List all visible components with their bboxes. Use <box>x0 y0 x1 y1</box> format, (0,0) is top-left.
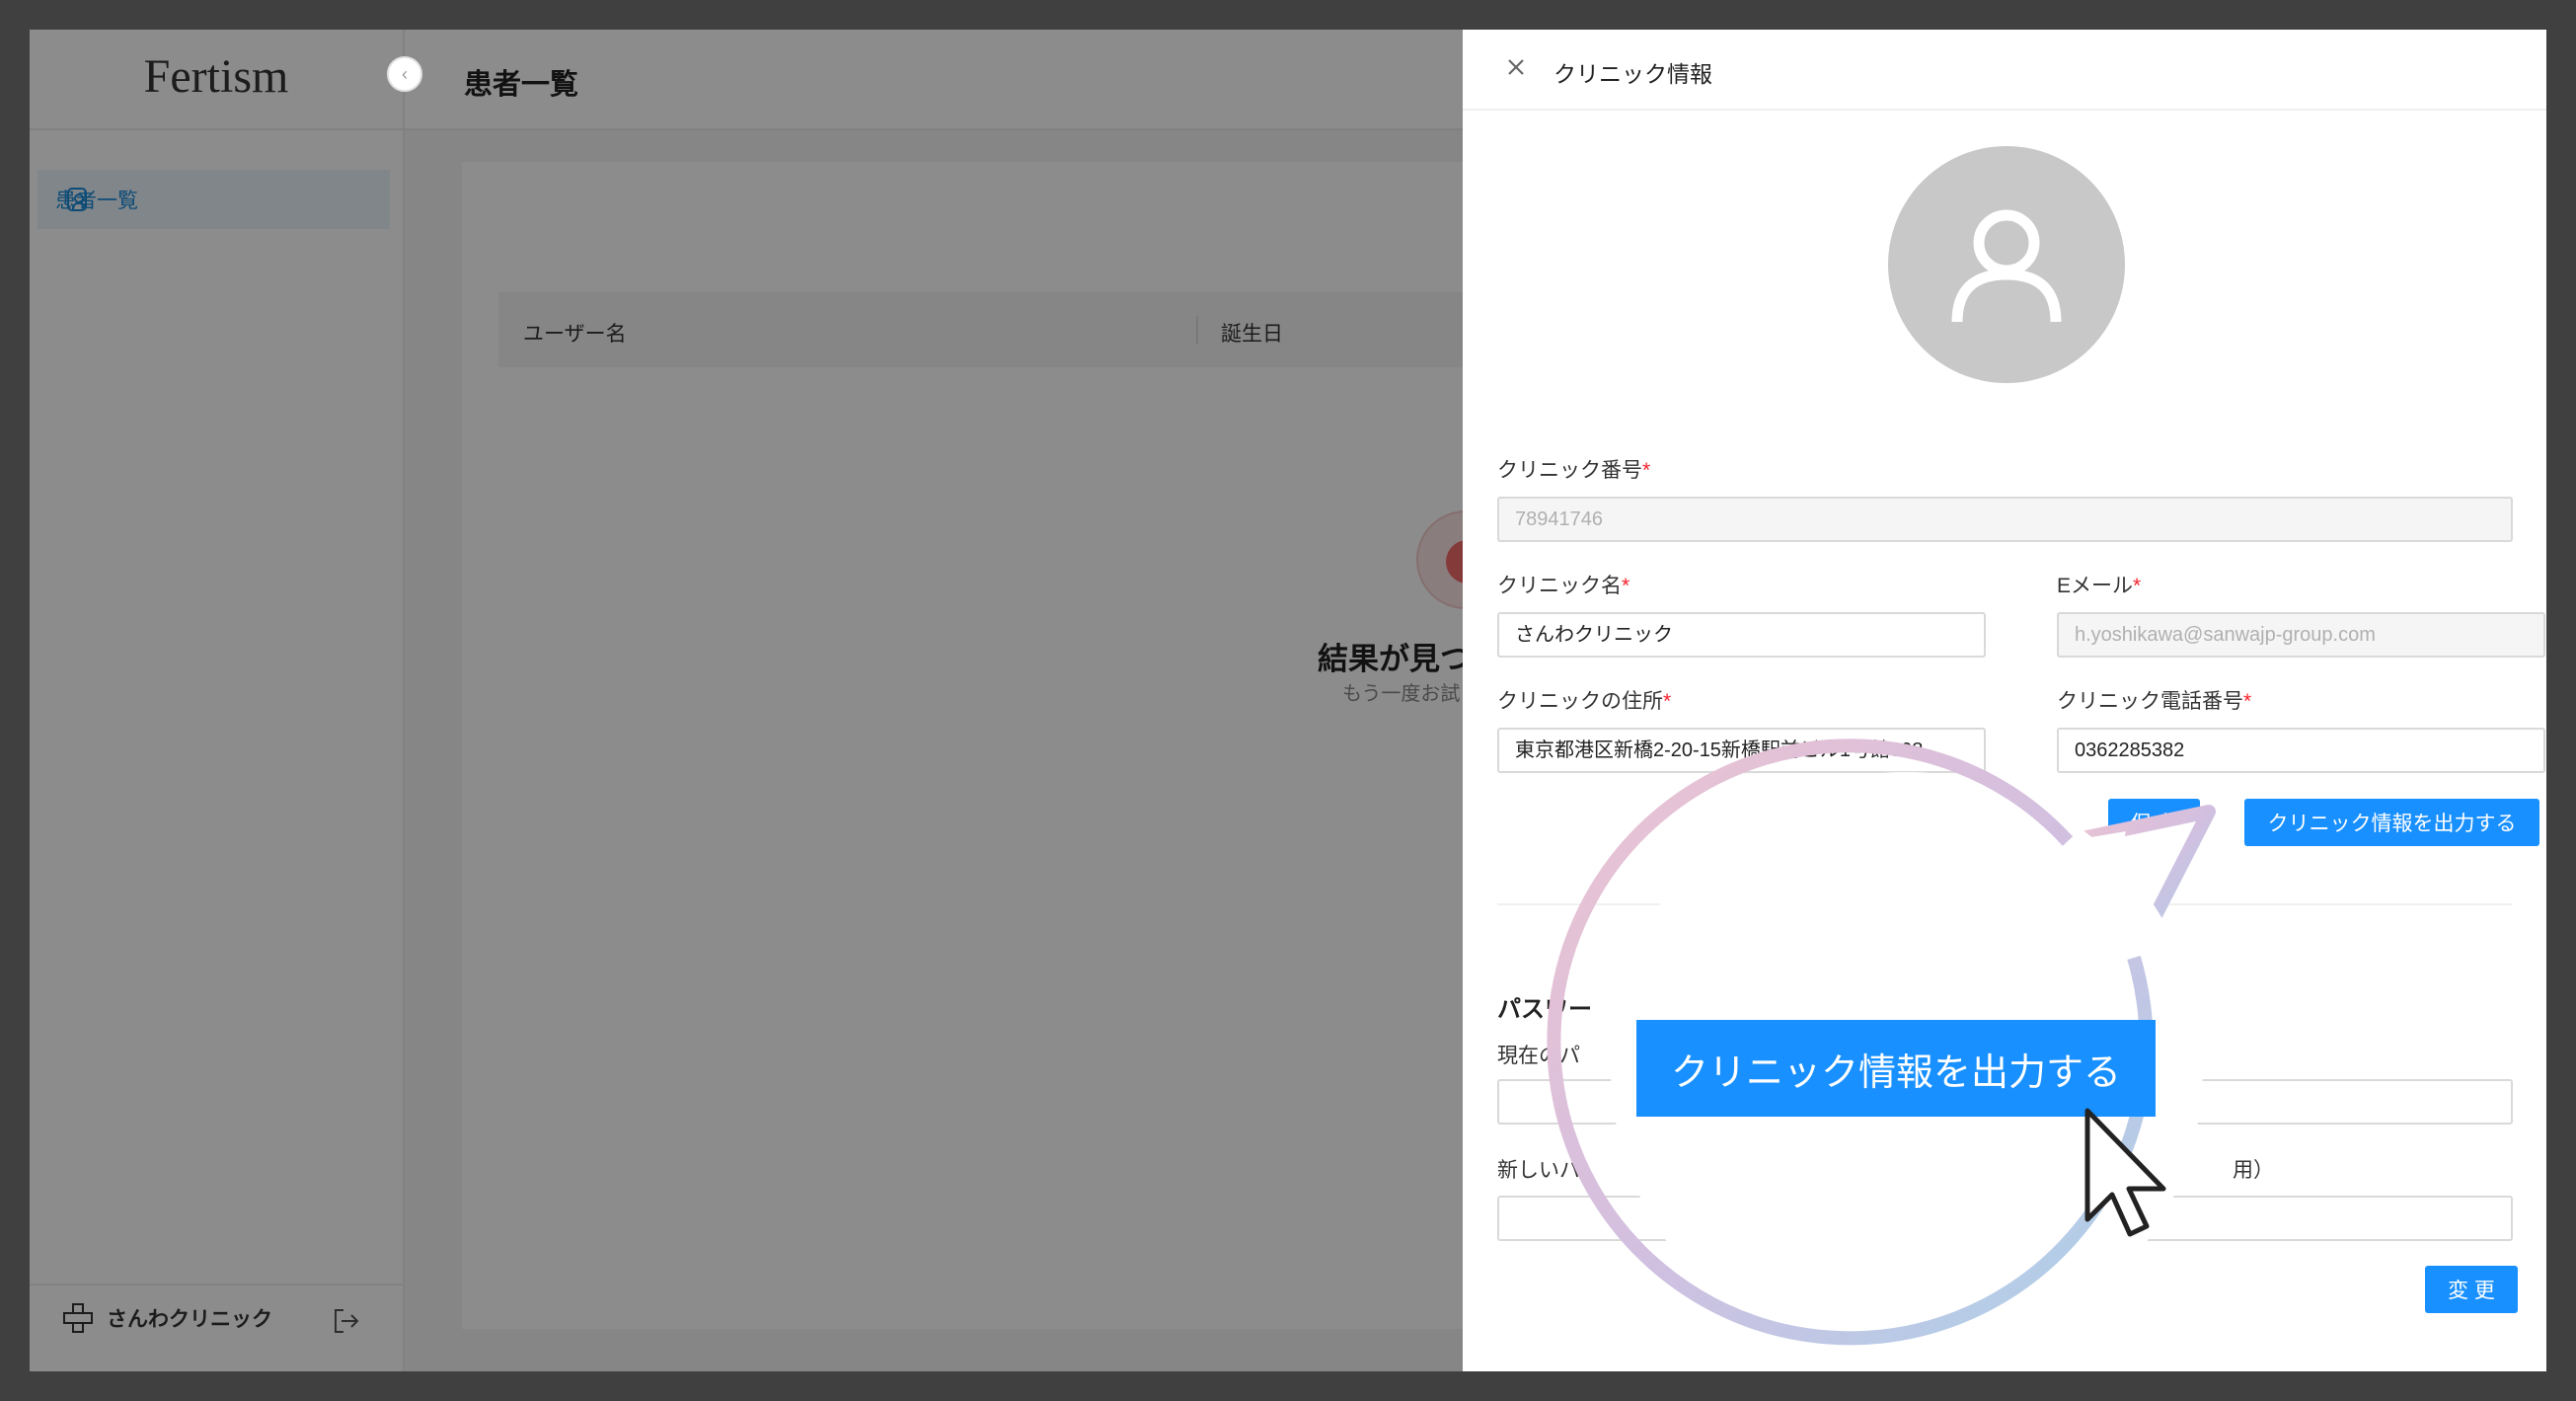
save-button[interactable]: 保 存 <box>2108 799 2200 846</box>
clinic-name-label: クリニック名* <box>1497 575 1630 597</box>
change-password-button[interactable]: 変 更 <box>2425 1266 2518 1313</box>
phone-label: クリニック電話番号* <box>2057 690 2252 713</box>
collapse-sidebar-button[interactable]: ‹ <box>387 56 422 92</box>
phone-field[interactable]: 0362285382 <box>2057 728 2545 773</box>
close-icon[interactable] <box>1502 53 1530 81</box>
clinic-name-field[interactable]: さんわクリニック <box>1497 612 1986 658</box>
app-window: Fertism 患者一覧 さんわクリニック ‹ 患者一覧 ユーザー名 誕生日 結… <box>30 30 2546 1371</box>
confirm-password-label: 用） <box>2233 1159 2274 1182</box>
password-section-title: パスワー <box>1497 996 1592 1023</box>
clinic-number-label: クリニック番号* <box>1497 459 1651 482</box>
drawer-title: クリニック情報 <box>1553 61 1712 87</box>
new-password-label: 新しいパ <box>1497 1159 1580 1182</box>
address-label: クリニックの住所* <box>1497 690 1672 713</box>
clinic-number-field: 78941746 <box>1497 497 2513 542</box>
user-icon <box>1951 209 2062 323</box>
email-field: h.yoshikawa@sanwajp-group.com <box>2057 612 2545 658</box>
address-field[interactable]: 東京都港区新橋2-20-15新橋駅前ビル1号館808 <box>1497 728 1986 773</box>
clinic-avatar[interactable] <box>1888 146 2125 383</box>
zoomed-export-button: クリニック情報を出力する <box>1636 1020 2156 1117</box>
current-password-label: 現在のパ <box>1497 1045 1580 1067</box>
export-clinic-info-button[interactable]: クリニック情報を出力する <box>2244 799 2539 846</box>
mouse-pointer-icon <box>2084 1108 2166 1237</box>
email-label: Eメール* <box>2057 575 2142 597</box>
chevron-left-icon: ‹ <box>402 63 408 84</box>
